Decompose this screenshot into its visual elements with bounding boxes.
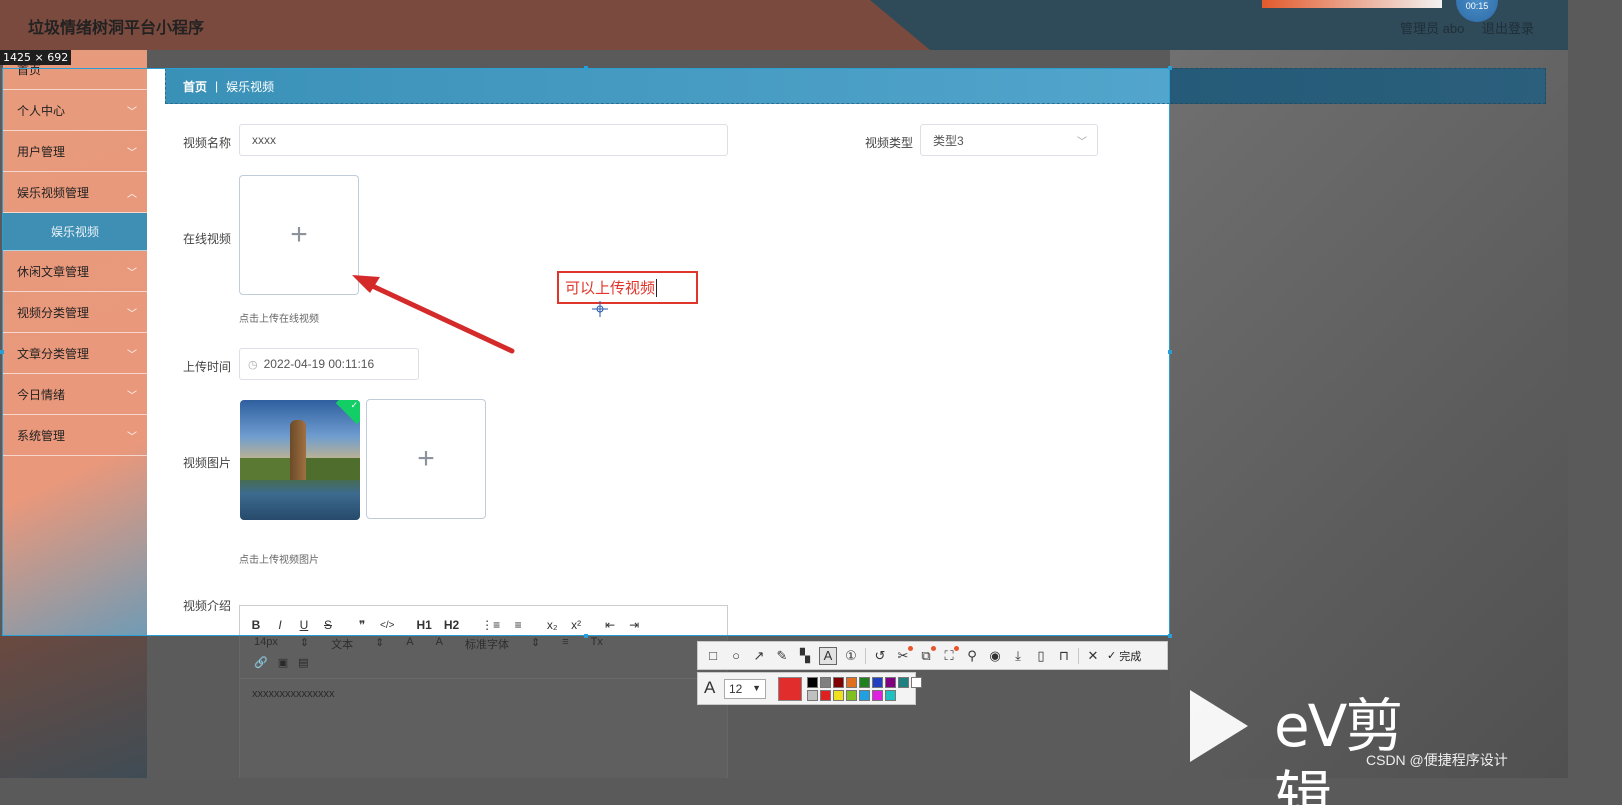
translate-icon[interactable]: ⧉ — [917, 645, 936, 665]
top-banner-strip — [1262, 0, 1442, 8]
color-swatch[interactable] — [846, 677, 857, 688]
color-swatch[interactable] — [872, 690, 883, 701]
number-marker-icon[interactable]: ① — [842, 647, 860, 665]
ellipse-icon[interactable]: ○ — [727, 647, 745, 665]
record-icon[interactable]: ◉ — [986, 647, 1004, 665]
new-badge — [931, 645, 936, 651]
editor-divider — [240, 678, 727, 679]
color-swatch[interactable] — [872, 677, 883, 688]
color-swatch[interactable] — [859, 677, 870, 688]
font-family-select[interactable]: 标准字体 — [465, 636, 509, 652]
caret-down-icon: ▼ — [752, 683, 761, 693]
color-swatch[interactable] — [885, 690, 896, 701]
breadcrumb-dimmed-extension — [1170, 68, 1546, 104]
dimmed-sidebar-bottom — [0, 636, 147, 778]
text-caret — [656, 278, 658, 297]
resize-handle[interactable] — [584, 634, 588, 638]
resize-handle[interactable] — [0, 350, 4, 354]
arrow-icon[interactable]: ↗ — [750, 647, 768, 665]
current-color-swatch[interactable] — [778, 677, 802, 701]
color-swatch[interactable] — [833, 690, 844, 701]
admin-info: 管理员 abo 退出登录 — [1400, 18, 1548, 37]
done-button[interactable]: ✓ 完成 — [1107, 648, 1141, 664]
download-icon[interactable]: ⤓ — [1009, 647, 1027, 665]
color-swatch[interactable] — [898, 677, 909, 688]
caret-updown-icon: ⇕ — [530, 637, 541, 649]
capture-selection-frame[interactable] — [2, 68, 1170, 636]
text-style-toolbar: A 12 ▼ — [697, 672, 922, 705]
color-swatch[interactable] — [885, 677, 896, 688]
font-icon: A — [704, 678, 716, 697]
color-swatch[interactable] — [820, 690, 831, 701]
new-badge — [954, 645, 959, 651]
align-icon[interactable]: ≡ — [562, 636, 568, 652]
phone-icon[interactable]: ▯ — [1032, 647, 1050, 665]
caret-updown-icon: ⇕ — [375, 637, 385, 649]
ev-brand: eV剪辑 — [1274, 692, 1403, 805]
background-color-icon[interactable]: A — [436, 636, 443, 652]
annotation-arrow — [352, 275, 515, 354]
undo-icon[interactable]: ↺ — [871, 647, 889, 665]
close-icon[interactable]: ✕ — [1084, 647, 1102, 665]
capture-size-badge: 1425 × 692 — [0, 50, 72, 65]
header-diagonal — [870, 0, 930, 50]
rich-text-editor-dimmed: 14px ⇕ 文本 ⇕ A A 标准字体 ⇕ ≡ Tx 🔗 ▣ ▤ xxxxxx… — [239, 636, 728, 778]
editor-toolbar-row2: 14px ⇕ 文本 ⇕ A A 标准字体 ⇕ ≡ Tx — [254, 636, 603, 652]
image-icon[interactable]: ▣ — [278, 656, 288, 669]
ocr-icon[interactable]: ⛶ — [940, 645, 959, 665]
color-swatch[interactable] — [820, 677, 831, 688]
color-swatch[interactable] — [911, 677, 922, 688]
video-icon[interactable]: ▤ — [298, 656, 308, 669]
cut-icon[interactable]: ✂ — [894, 645, 913, 665]
csdn-watermark: CSDN @便捷程序设计 — [1366, 752, 1508, 768]
format-select[interactable]: 文本 — [331, 636, 353, 652]
check-icon: ✓ — [1107, 650, 1117, 662]
toolbar-divider — [1078, 647, 1079, 664]
annotation-text-box[interactable]: 可以上传视频 — [557, 271, 698, 304]
play-icon — [1190, 690, 1248, 762]
clear-format-icon[interactable]: Tx — [591, 636, 603, 652]
link-icon[interactable]: 🔗 — [254, 656, 268, 669]
rectangle-icon[interactable]: □ — [704, 647, 722, 665]
pin-icon[interactable]: ⚲ — [963, 647, 981, 665]
caret-updown-icon: ⇕ — [299, 637, 310, 649]
color-swatch[interactable] — [807, 677, 818, 688]
pencil-icon[interactable]: ✎ — [773, 647, 791, 665]
dimmed-overlay-right — [1170, 50, 1568, 778]
logout-link[interactable]: 退出登录 — [1482, 21, 1534, 36]
color-palette — [807, 677, 922, 701]
resize-handle[interactable] — [1168, 66, 1172, 70]
text-tool-icon[interactable]: A — [819, 646, 837, 665]
mosaic-icon[interactable]: ▚ — [796, 647, 814, 665]
color-swatch[interactable] — [807, 690, 818, 701]
app-title: 垃圾情绪树洞平台小程序 — [28, 20, 205, 37]
editor-content[interactable]: xxxxxxxxxxxxxxx — [252, 688, 335, 700]
color-swatch[interactable] — [833, 677, 844, 688]
capture-toolbar: □ ○ ↗ ✎ ▚ A ① ↺ ✂ ⧉ ⛶ ⚲ ◉ ⤓ ▯ ⊓ ✕ ✓ 完成 — [697, 641, 1168, 670]
font-size-select[interactable]: 14px — [254, 636, 278, 652]
annotation-text: 可以上传视频 — [565, 280, 656, 297]
toolbar-divider — [865, 647, 866, 664]
font-size-dropdown[interactable]: 12 ▼ — [724, 679, 766, 699]
font-color-icon[interactable]: A — [406, 636, 413, 652]
resize-handle[interactable] — [584, 66, 588, 70]
crosshair-cursor-icon — [592, 301, 608, 317]
color-swatch[interactable] — [846, 690, 857, 701]
admin-label: 管理员 abo — [1400, 21, 1465, 36]
resize-handle[interactable] — [1168, 634, 1172, 638]
done-label: 完成 — [1119, 650, 1142, 663]
font-size-value: 12 — [729, 682, 743, 696]
resize-handle[interactable] — [1168, 350, 1172, 354]
bookmark-icon[interactable]: ⊓ — [1055, 647, 1073, 665]
color-swatch[interactable] — [859, 690, 870, 701]
editor-toolbar-row3: 🔗 ▣ ▤ — [254, 656, 309, 669]
new-badge — [908, 645, 913, 651]
